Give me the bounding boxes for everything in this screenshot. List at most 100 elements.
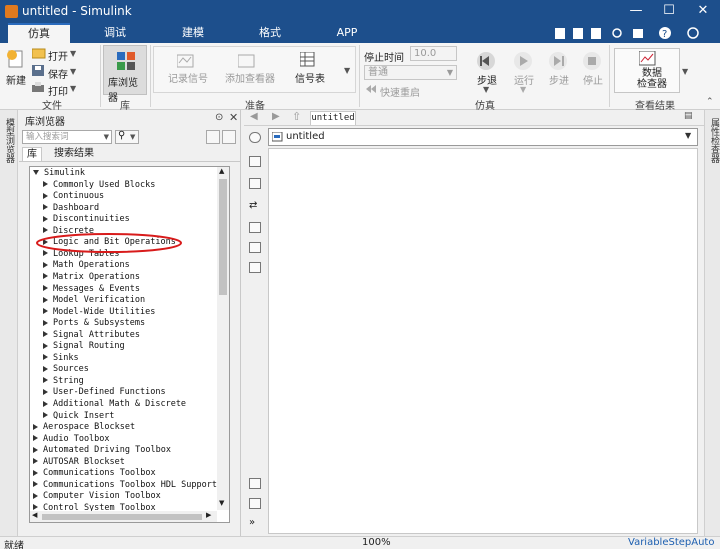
review-dropdown-icon[interactable]: ▼ xyxy=(682,67,688,76)
solver-link[interactable]: VariableStepAuto xyxy=(628,537,714,548)
expand-arrow-icon[interactable] xyxy=(43,308,48,315)
log-signals-button[interactable]: 记录信号 xyxy=(168,70,208,85)
arrow-icon[interactable]: ⇄ xyxy=(249,200,261,211)
grid-view-icon[interactable] xyxy=(222,130,236,144)
vertical-scrollbar[interactable]: ▲ ▼ xyxy=(217,167,229,510)
h-scroll-thumb[interactable] xyxy=(42,514,202,520)
fit-to-view-icon[interactable] xyxy=(249,178,261,189)
annotation-icon[interactable] xyxy=(249,222,261,233)
tab-library[interactable]: 库 xyxy=(22,147,42,161)
tree-item[interactable]: Aerospace Blockset xyxy=(33,422,135,432)
image-icon[interactable] xyxy=(249,242,261,253)
collapse-ribbon-icon[interactable]: ⌃ xyxy=(706,97,714,107)
tree-item[interactable]: Communications Toolbox HDL Support xyxy=(33,480,217,490)
expand-icon[interactable]: » xyxy=(249,517,261,528)
data-inspector-button[interactable]: 数据 检查器 xyxy=(614,48,680,93)
expand-arrow-icon[interactable] xyxy=(33,458,38,465)
scroll-thumb[interactable] xyxy=(219,179,227,295)
search-options-button[interactable]: ⚲ ▼ xyxy=(115,130,139,144)
expand-arrow-icon[interactable] xyxy=(43,412,48,419)
tree-item[interactable]: Messages & Events xyxy=(43,284,140,294)
signal-table-button[interactable]: 信号表 xyxy=(295,70,325,85)
tree-item[interactable]: Signal Routing xyxy=(43,341,125,351)
expand-arrow-icon[interactable] xyxy=(43,331,48,338)
hide-explorer-icon[interactable] xyxy=(249,132,261,143)
area-icon[interactable] xyxy=(249,262,261,273)
expand-arrow-icon[interactable] xyxy=(43,296,48,303)
expand-arrow-icon[interactable] xyxy=(43,400,48,407)
expand-arrow-icon[interactable] xyxy=(43,204,48,211)
tab-format[interactable]: 格式 xyxy=(245,23,295,43)
expand-arrow-icon[interactable] xyxy=(33,504,38,511)
tab-menu-icon[interactable]: ▤ xyxy=(684,111,693,121)
expand-arrow-icon[interactable] xyxy=(43,319,48,326)
expand-arrow-icon[interactable] xyxy=(43,342,48,349)
tree-item[interactable]: Commonly Used Blocks xyxy=(43,180,155,190)
collapse-arrow-icon[interactable] xyxy=(33,170,39,175)
step-forward-button[interactable]: 步进 xyxy=(549,72,569,87)
back-arrow-icon[interactable]: ◀ xyxy=(250,111,258,122)
tree-item[interactable]: Automated Driving Toolbox xyxy=(33,445,171,455)
horizontal-scrollbar[interactable]: ◀ ▶ xyxy=(30,511,217,522)
expand-arrow-icon[interactable] xyxy=(43,377,48,384)
tree-item[interactable]: Math Operations xyxy=(43,260,130,270)
tree-item[interactable]: String xyxy=(43,376,84,386)
stop-button[interactable]: 停止 xyxy=(583,72,603,87)
expand-arrow-icon[interactable] xyxy=(33,492,38,499)
print-button[interactable]: 打印 xyxy=(48,83,68,98)
expand-arrow-icon[interactable] xyxy=(43,261,48,268)
new-button[interactable]: 新建 xyxy=(6,72,26,87)
forward-arrow-icon[interactable]: ▶ xyxy=(272,111,280,122)
tab-modeling[interactable]: 建模 xyxy=(168,23,218,43)
expand-arrow-icon[interactable] xyxy=(33,446,38,453)
tree-item[interactable]: Sources xyxy=(43,364,89,374)
scroll-down-icon[interactable]: ▼ xyxy=(219,499,224,507)
model-browser-tab[interactable]: 模型浏览器 xyxy=(3,118,16,163)
expand-arrow-icon[interactable] xyxy=(33,469,38,476)
minimize-button[interactable]: — xyxy=(619,0,653,23)
scroll-up-icon[interactable]: ▲ xyxy=(219,167,224,175)
expand-arrow-icon[interactable] xyxy=(43,285,48,291)
screenshot-icon[interactable] xyxy=(249,478,261,489)
expand-arrow-icon[interactable] xyxy=(43,192,48,199)
close-button[interactable]: ✕ xyxy=(686,0,720,23)
library-browser-button[interactable]: 库浏览器 xyxy=(103,45,147,104)
expand-arrow-icon[interactable] xyxy=(33,423,38,430)
list-view-icon[interactable] xyxy=(206,130,220,144)
tab-app[interactable]: APP xyxy=(322,23,372,43)
tree-item[interactable]: Continuous xyxy=(43,191,104,201)
save-dropdown-icon[interactable]: ▼ xyxy=(70,67,76,76)
tree-item[interactable]: Dashboard xyxy=(43,203,99,213)
simulation-mode-select[interactable]: 普通 ▼ xyxy=(364,65,457,80)
tree-item[interactable]: Additional Math & Discrete xyxy=(43,399,186,409)
model-breadcrumb[interactable]: untitled ▼ xyxy=(268,128,698,146)
tree-item[interactable]: Matrix Operations xyxy=(43,272,140,282)
expand-arrow-icon[interactable] xyxy=(43,388,48,395)
search-input[interactable]: 输入搜索词 ▼ xyxy=(22,130,112,144)
expand-arrow-icon[interactable] xyxy=(43,354,48,361)
tab-debug[interactable]: 调试 xyxy=(90,23,140,43)
prepare-gallery-dropdown-icon[interactable]: ▼ xyxy=(344,66,350,75)
tree-item[interactable]: Computer Vision Toolbox xyxy=(33,491,161,501)
tab-search-results[interactable]: 搜索结果 xyxy=(49,147,99,161)
tree-item[interactable]: Signal Attributes xyxy=(43,330,140,340)
property-inspector-tab[interactable]: 属性检查器 xyxy=(708,118,720,163)
tree-item[interactable]: AUTOSAR Blockset xyxy=(33,457,125,467)
breadcrumb-model-name[interactable]: untitled xyxy=(286,131,325,142)
print-dropdown-icon[interactable]: ▼ xyxy=(70,84,76,93)
expand-arrow-icon[interactable] xyxy=(33,435,38,442)
tree-item[interactable]: Communications Toolbox xyxy=(33,468,156,478)
tab-simulation[interactable]: 仿真 xyxy=(8,23,70,43)
save-button[interactable]: 保存 xyxy=(48,66,68,81)
scroll-right-icon[interactable]: ▶ xyxy=(206,511,211,519)
expand-arrow-icon[interactable] xyxy=(43,181,48,188)
scroll-left-icon[interactable]: ◀ xyxy=(32,511,37,519)
add-viewer-button[interactable]: 添加查看器 xyxy=(225,70,275,85)
fast-restart-button[interactable]: 快速重启 xyxy=(380,84,420,99)
open-button[interactable]: 打开 xyxy=(48,48,68,63)
tree-item[interactable]: User-Defined Functions xyxy=(43,387,166,397)
tree-item[interactable]: Sinks xyxy=(43,353,79,363)
step-back-dropdown-icon[interactable]: ▼ xyxy=(483,85,489,94)
tree-item[interactable]: Quick Insert xyxy=(43,411,114,421)
tree-item[interactable]: Simulink xyxy=(33,168,85,178)
